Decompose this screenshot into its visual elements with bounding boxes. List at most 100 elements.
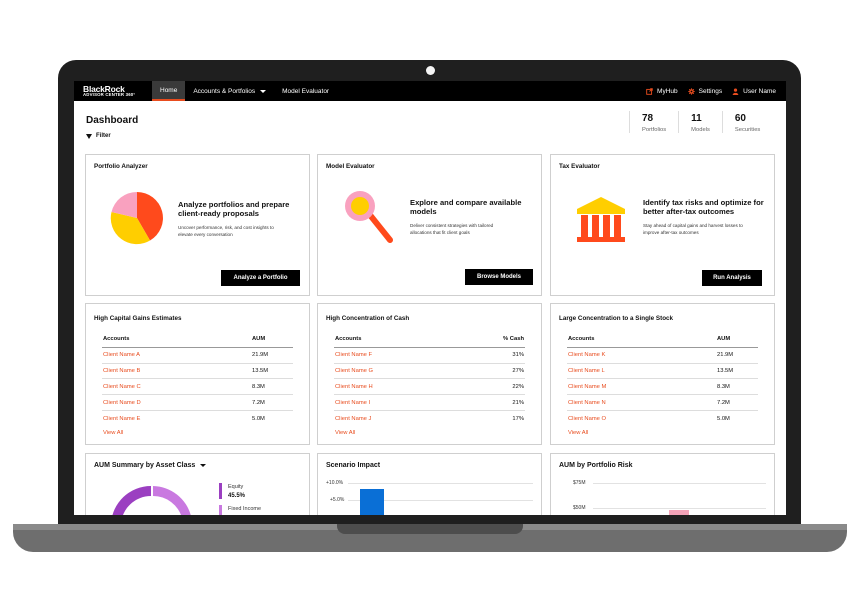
column-header[interactable]: % Cash — [484, 336, 524, 342]
view-all-link[interactable]: View All — [103, 430, 123, 436]
card-title: AUM Summary by Asset Class — [94, 462, 196, 469]
aum-summary-title[interactable]: AUM Summary by Asset Class — [94, 462, 207, 469]
view-all-link[interactable]: View All — [335, 430, 355, 436]
client-link[interactable]: Client Name G — [335, 368, 484, 374]
table-row[interactable]: Client Name A 21.9M — [102, 348, 293, 364]
client-link[interactable]: Client Name H — [335, 384, 484, 390]
gear-icon — [687, 87, 695, 95]
table-row[interactable]: Client Name E 5.0M — [102, 411, 293, 427]
table-row[interactable]: Client Name C 8.3M — [102, 379, 293, 396]
cell-value: 27% — [512, 367, 524, 374]
legend-label: Fixed Income — [228, 506, 262, 512]
client-link[interactable]: Client Name N — [568, 400, 717, 406]
card-title: Scenario Impact — [326, 462, 381, 469]
client-link[interactable]: Client Name A — [103, 352, 252, 358]
y-tick-label: $75M — [573, 480, 586, 486]
card-title: AUM by Portfolio Risk — [559, 462, 633, 469]
table-row[interactable]: Client Name I 21% — [334, 395, 525, 411]
table-row[interactable]: Client Name F 31% — [334, 348, 525, 364]
bank-building-icon — [577, 197, 625, 242]
table-row[interactable]: Client Name K 21.9M — [567, 348, 758, 364]
client-link[interactable]: Client Name L — [568, 368, 717, 374]
run-analysis-button[interactable]: Run Analysis — [702, 270, 762, 286]
nav-accounts-portfolios[interactable]: Accounts & Portfolios — [185, 81, 274, 101]
laptop-notch — [337, 524, 523, 534]
stat-securities[interactable]: 60 Securities — [721, 111, 772, 133]
donut-chart — [112, 485, 191, 515]
stat-value: 60 — [734, 113, 746, 124]
cell-value: 21% — [512, 399, 524, 406]
y-tick-label: +5.0% — [330, 497, 345, 503]
nav-home[interactable]: Home — [152, 81, 186, 101]
cell-value: 21.9M — [252, 352, 269, 359]
card-heading: Identify tax risks and optimize for bett… — [643, 198, 764, 217]
cell-value: 8.3M — [717, 383, 730, 390]
nav-model-evaluator[interactable]: Model Evaluator — [274, 81, 337, 101]
scenario-bar[interactable] — [360, 489, 384, 515]
client-link[interactable]: Client Name I — [335, 400, 484, 406]
view-all-link[interactable]: View All — [568, 430, 588, 436]
cell-value: 8.3M — [252, 383, 265, 390]
column-header[interactable]: Accounts — [103, 336, 252, 342]
column-header[interactable]: Accounts — [335, 336, 484, 342]
cell-value: 5.0M — [252, 415, 265, 422]
table-row[interactable]: Client Name O 5.0M — [567, 411, 758, 427]
table-header: Accounts AUM — [567, 332, 758, 348]
chevron-down-icon — [200, 464, 207, 467]
client-link[interactable]: Client Name D — [103, 400, 252, 406]
stat-label: Models — [691, 127, 710, 133]
table-row[interactable]: Client Name N 7.2M — [567, 395, 758, 411]
stat-portfolios[interactable]: 78 Portfolios — [629, 111, 678, 133]
logo[interactable]: BlackRock ADVISOR CENTER 360° — [74, 85, 152, 98]
gridline — [348, 483, 533, 484]
myhub-link[interactable]: MyHub — [646, 88, 678, 95]
client-link[interactable]: Client Name E — [103, 416, 252, 422]
y-tick-label: $50M — [573, 505, 586, 511]
browse-models-button[interactable]: Browse Models — [465, 269, 533, 285]
card-heading: Explore and compare available models — [410, 198, 522, 217]
table-row[interactable]: Client Name D 7.2M — [102, 395, 293, 411]
legend-swatch-equity — [219, 483, 222, 499]
column-header[interactable]: AUM — [252, 336, 292, 342]
client-link[interactable]: Client Name K — [568, 352, 717, 358]
table-row[interactable]: Client Name G 27% — [334, 364, 525, 380]
card-title: Tax Evaluator — [559, 163, 600, 170]
cell-value: 7.2M — [252, 399, 265, 406]
cell-value: 21.9M — [717, 352, 734, 359]
analyze-portfolio-button[interactable]: Analyze a Portfolio — [221, 270, 300, 286]
stat-value: 78 — [642, 113, 654, 124]
cell-value: 17% — [512, 415, 524, 422]
table-header: Accounts% Cash — [334, 332, 525, 348]
stat-models[interactable]: 11 Models — [678, 111, 722, 133]
client-link[interactable]: Client Name J — [335, 416, 484, 422]
card-description: Uncover performance, risk, and cost insi… — [178, 225, 274, 238]
card-heading: Analyze portfolios and prepare client-re… — [178, 200, 290, 219]
risk-bar[interactable] — [669, 510, 689, 515]
table-row[interactable]: Client Name B 13.5M — [102, 364, 293, 380]
column-header[interactable]: AUM — [717, 336, 757, 342]
cell-value: 22% — [512, 383, 524, 390]
cell-value: 7.2M — [717, 399, 730, 406]
table-row[interactable]: Client Name J 17% — [334, 411, 525, 427]
client-link[interactable]: Client Name O — [568, 416, 717, 422]
settings-label: Settings — [698, 87, 723, 95]
column-header[interactable]: Accounts — [568, 336, 717, 342]
client-link[interactable]: Client Name C — [103, 384, 252, 390]
gridline — [593, 483, 766, 484]
client-link[interactable]: Client Name B — [103, 368, 252, 374]
table-row[interactable]: Client Name M 8.3M — [567, 379, 758, 396]
user-menu[interactable]: User Name — [732, 88, 776, 95]
card-title: High Capital Gains Estimates — [94, 315, 182, 322]
settings-link[interactable]: Settings — [687, 87, 723, 95]
table-row[interactable]: Client Name H 22% — [334, 379, 525, 396]
client-link[interactable]: Client Name M — [568, 384, 717, 390]
card-description: Deliver consistent strategies with tailo… — [410, 223, 494, 236]
stat-label: Portfolios — [642, 127, 667, 133]
card-description: Stay ahead of capital gains and harvest … — [643, 223, 743, 236]
nav-model-label: Model Evaluator — [282, 87, 330, 95]
filter-button[interactable]: Filter — [86, 133, 111, 139]
table-row[interactable]: Client Name L 13.5M — [567, 364, 758, 380]
scenario-impact-card: Scenario Impact +10.0% +5.0% — [317, 453, 542, 515]
model-evaluator-card: Model Evaluator Explore and compare avai… — [317, 154, 542, 296]
client-link[interactable]: Client Name F — [335, 352, 484, 358]
